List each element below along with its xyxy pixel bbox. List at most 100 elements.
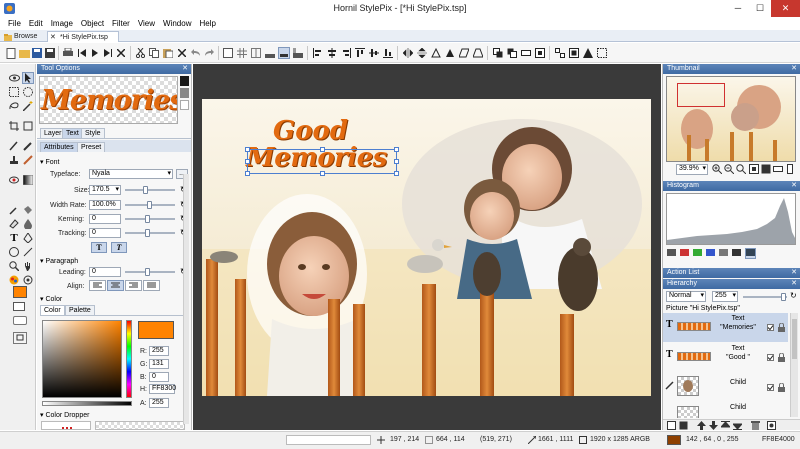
r-input[interactable]: 255 — [149, 346, 169, 356]
tab-browse[interactable]: Browse — [2, 31, 46, 42]
save-as-icon[interactable] — [44, 47, 56, 59]
magic-wand-icon[interactable] — [22, 100, 34, 112]
blur-icon[interactable] — [22, 218, 34, 230]
snap-grid-icon[interactable] — [278, 47, 290, 59]
hierarchy-item[interactable]: T Text "Memories" — [663, 313, 788, 342]
menu-object[interactable]: Object — [77, 17, 108, 30]
paragraph-section[interactable]: ▾ Paragraph — [40, 257, 78, 265]
typeface-select[interactable]: Nyala ▾ — [89, 169, 173, 179]
open-icon[interactable] — [18, 47, 30, 59]
close-tab-icon[interactable]: ✕ — [50, 32, 56, 43]
tab-attributes[interactable]: Attributes — [40, 142, 78, 152]
bring-front-icon[interactable] — [492, 47, 504, 59]
preview-bg-white[interactable] — [180, 100, 189, 110]
color-reset-button[interactable] — [13, 316, 27, 325]
align-bottom-icon[interactable] — [382, 47, 394, 59]
background-color-swatch[interactable] — [13, 302, 25, 311]
send-backward-icon[interactable] — [520, 47, 532, 59]
hex-input[interactable]: FF8300 — [149, 384, 176, 394]
clone-stamp-icon[interactable] — [8, 154, 20, 166]
close-histogram-icon[interactable]: ✕ — [791, 181, 797, 191]
bring-forward-icon[interactable] — [506, 47, 518, 59]
align-right-icon[interactable] — [340, 47, 352, 59]
align-left-icon[interactable] — [312, 47, 324, 59]
g-input[interactable]: 131 — [149, 359, 169, 369]
paste-icon[interactable] — [162, 47, 174, 59]
menu-window[interactable]: Window — [159, 17, 195, 30]
histogram-lum-icon[interactable] — [732, 249, 741, 258]
eraser-icon[interactable] — [8, 218, 20, 230]
close-thumbnail-icon[interactable]: ✕ — [791, 64, 797, 74]
tab-style[interactable]: Style — [81, 128, 105, 138]
histogram-all-icon[interactable] — [667, 249, 676, 258]
eyedropper-icon[interactable] — [8, 204, 20, 216]
lasso-icon[interactable] — [8, 100, 20, 112]
kerning-input[interactable]: 0 — [89, 214, 121, 224]
last-frame-icon[interactable] — [102, 47, 114, 59]
foreground-color-swatch[interactable] — [13, 286, 27, 298]
snap-icon[interactable] — [264, 47, 276, 59]
close-panel-icon[interactable]: ✕ — [182, 64, 188, 74]
fit-height-icon[interactable] — [785, 164, 795, 174]
merge-icon[interactable] — [582, 47, 594, 59]
tab-palette[interactable]: Palette — [65, 305, 95, 315]
eye-icon[interactable] — [8, 72, 20, 84]
layer-visible-checkbox[interactable] — [767, 324, 774, 331]
save-icon[interactable] — [31, 47, 43, 59]
tracking-input[interactable]: 0 — [89, 228, 121, 238]
canvas-text-good[interactable]: Good — [273, 116, 348, 146]
delete-layer-icon[interactable] — [751, 421, 760, 430]
thumbnail-viewport[interactable] — [677, 83, 725, 107]
shape-icon[interactable] — [8, 246, 20, 258]
tab-color[interactable]: Color — [40, 305, 65, 315]
color-picker-field[interactable] — [42, 320, 122, 398]
new-icon[interactable] — [5, 47, 17, 59]
width-rate-input[interactable]: 100.0% — [89, 200, 121, 210]
reset-opacity-icon[interactable]: ↻ — [790, 291, 797, 300]
skew-icon[interactable] — [458, 47, 470, 59]
guides-icon[interactable] — [250, 47, 262, 59]
align-text-justify-icon[interactable] — [143, 280, 160, 291]
brush-icon[interactable] — [8, 140, 20, 152]
rotate-left-icon[interactable] — [430, 47, 442, 59]
crop-icon[interactable] — [8, 120, 20, 132]
move-top-icon[interactable] — [721, 421, 730, 430]
move-down-icon[interactable] — [709, 421, 718, 430]
rulers-icon[interactable] — [292, 47, 304, 59]
first-frame-icon[interactable] — [76, 47, 88, 59]
histogram-rgb-icon[interactable] — [745, 248, 756, 259]
zoom-icon[interactable] — [8, 260, 20, 272]
layer-lock-icon[interactable] — [777, 383, 786, 392]
align-text-left-icon[interactable] — [89, 280, 106, 291]
font-section[interactable]: ▾ Font — [40, 158, 59, 166]
tab-document[interactable]: ✕ *Hi StylePix.tsp — [47, 31, 119, 42]
perspective-icon[interactable] — [472, 47, 484, 59]
tab-text[interactable]: Text — [62, 128, 83, 138]
red-eye-icon[interactable] — [8, 174, 20, 186]
layer-lock-icon[interactable] — [777, 323, 786, 332]
effects-icon[interactable] — [8, 274, 20, 286]
filter-icon[interactable] — [22, 274, 34, 286]
hue-slider[interactable] — [126, 320, 132, 398]
hierarchy-root[interactable]: Picture "Hi StylePix.tsp" — [666, 305, 740, 312]
print-icon[interactable] — [62, 47, 74, 59]
healing-icon[interactable] — [22, 154, 34, 166]
pencil-icon[interactable] — [22, 140, 34, 152]
ellipse-select-icon[interactable] — [22, 86, 34, 98]
rotate-right-icon[interactable] — [444, 47, 456, 59]
minimize-button[interactable]: ─ — [727, 0, 749, 17]
alpha-slider[interactable] — [42, 401, 132, 406]
group-icon[interactable] — [554, 47, 566, 59]
preview-bg-black[interactable] — [180, 76, 189, 86]
histogram-alpha-icon[interactable] — [719, 249, 728, 258]
select-all-icon[interactable] — [596, 47, 608, 59]
delete-icon[interactable] — [176, 47, 188, 59]
grid-icon[interactable] — [236, 47, 248, 59]
action-list-header[interactable]: Action List ✕ — [663, 268, 800, 278]
layer-lock-icon[interactable] — [777, 353, 786, 362]
zoom-input[interactable]: 39.9% ▾ — [676, 164, 708, 175]
tab-preset[interactable]: Preset — [77, 142, 106, 152]
align-text-right-icon[interactable] — [125, 280, 142, 291]
menu-file[interactable]: File — [4, 17, 25, 30]
pen-icon[interactable] — [22, 232, 34, 244]
